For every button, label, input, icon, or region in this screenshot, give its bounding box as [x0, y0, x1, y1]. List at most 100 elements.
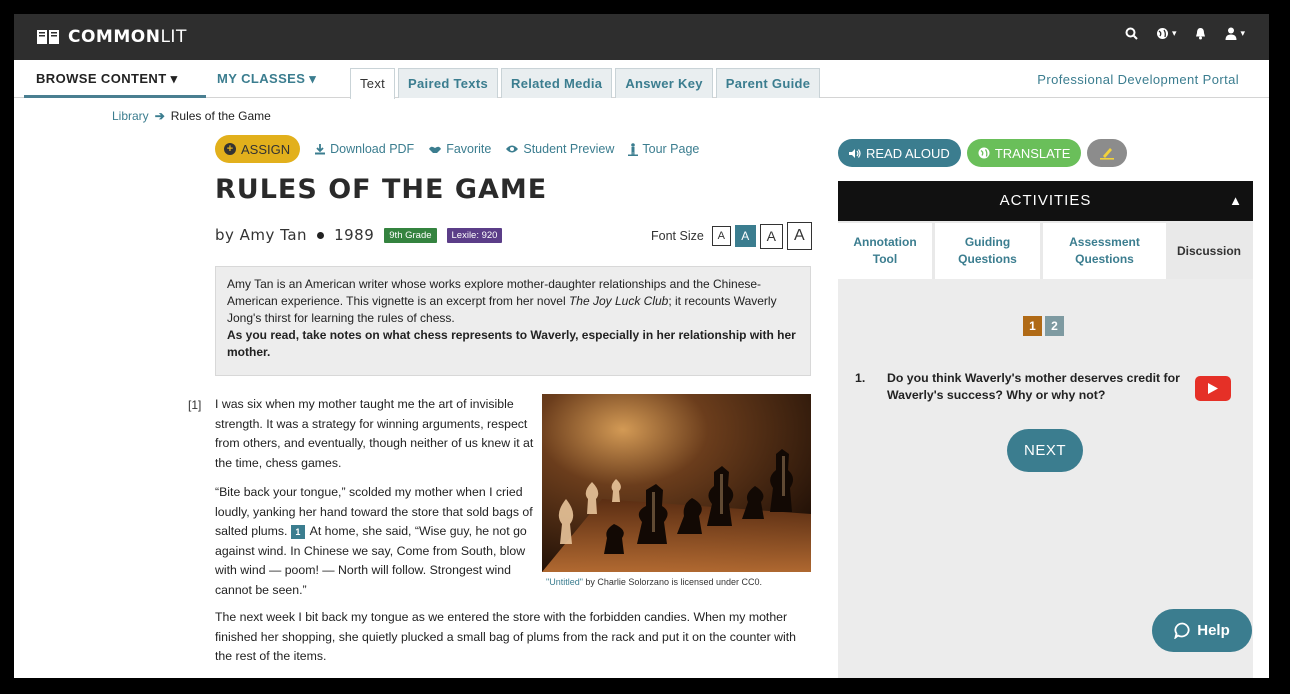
content-nav: BROWSE CONTENT ▾ MY CLASSES ▾ Text Paire…	[14, 60, 1269, 99]
help-label: Help	[1197, 622, 1230, 639]
text-introduction: Amy Tan is an American writer whose work…	[215, 266, 811, 376]
book-icon	[37, 30, 59, 44]
breadcrumb-current: Rules of the Game	[170, 109, 271, 123]
lexile-badge: Lexile: 920	[446, 227, 503, 243]
page-1-button[interactable]: 1	[1023, 316, 1042, 336]
globe-icon	[978, 147, 990, 159]
tab-parent-guide[interactable]: Parent Guide	[715, 68, 821, 98]
tab-text[interactable]: Text	[350, 68, 396, 99]
annotation-marker[interactable]: 1	[290, 524, 305, 539]
author-name: by Amy Tan	[215, 226, 308, 244]
chevron-down-icon: ▾	[1240, 28, 1245, 38]
my-classes-menu[interactable]: MY CLASSES ▾	[217, 71, 316, 87]
tab-paired-texts[interactable]: Paired Texts	[398, 68, 498, 98]
favorite-label: Favorite	[446, 142, 492, 156]
paragraph-2: “Bite back your tongue,” scolded my moth…	[215, 483, 535, 600]
tab-answer-key[interactable]: Answer Key	[615, 68, 713, 98]
active-nav-underline	[24, 95, 206, 98]
text-tabs: Text Paired Texts Related Media Answer K…	[350, 68, 821, 99]
chevron-up-icon[interactable]: ▲	[1229, 181, 1243, 221]
my-classes-label: MY CLASSES	[217, 71, 306, 86]
chevron-down-icon: ▾	[170, 71, 178, 86]
search-icon[interactable]	[1125, 27, 1138, 40]
youtube-video-button[interactable]	[1195, 376, 1231, 401]
tab-label-line: Guiding	[964, 235, 1011, 249]
highlighter-button[interactable]	[1087, 139, 1128, 167]
tab-label-line: Questions	[1075, 252, 1134, 266]
publication-year: 1989	[334, 226, 375, 244]
download-pdf-label: Download PDF	[330, 142, 415, 156]
app-frame: COMMON LIT ▾ ▾ BROWSE CONTENT ▾ MY CLASSE…	[14, 14, 1269, 678]
tour-page-label: Tour Page	[642, 142, 700, 156]
globe-menu[interactable]: ▾	[1156, 27, 1177, 40]
bell-icon[interactable]	[1194, 27, 1207, 40]
question-pager: 1 2	[1023, 316, 1064, 336]
font-size-control: Font Size A A A A	[651, 222, 812, 250]
activities-title: ACTIVITIES	[999, 192, 1092, 209]
paragraph-number: [1]	[188, 398, 202, 412]
download-pdf-link[interactable]: Download PDF	[314, 142, 414, 156]
translate-label: TRANSLATE	[994, 145, 1071, 161]
tab-label-line: Tool	[872, 252, 898, 266]
breadcrumb: Library ➔ Rules of the Game	[112, 109, 271, 123]
intro-book-title: The Joy Luck Club	[568, 294, 669, 308]
eye-icon	[506, 145, 519, 153]
bullet-separator	[317, 231, 325, 239]
browse-content-label: BROWSE CONTENT	[36, 71, 167, 86]
translate-button[interactable]: TRANSLATE	[966, 139, 1082, 167]
font-size-medium-button[interactable]: A	[734, 225, 756, 247]
tab-label-line: Assessment	[1069, 235, 1140, 249]
font-size-small-button[interactable]: A	[711, 226, 731, 246]
activities-header[interactable]: ACTIVITIES ▲	[838, 181, 1253, 221]
chevron-down-icon: ▾	[1171, 28, 1177, 38]
top-icon-group: ▾ ▾	[1125, 27, 1245, 40]
professional-development-link[interactable]: Professional Development Portal	[1037, 72, 1239, 87]
brand-name-bold: COMMON	[68, 27, 161, 47]
grade-badge: 9th Grade	[384, 227, 437, 243]
page-2-button[interactable]: 2	[1045, 316, 1064, 336]
page-title: RULES OF THE GAME	[215, 174, 548, 205]
reading-tools: READ ALOUD TRANSLATE	[838, 139, 1128, 167]
intro-reading-prompt: As you read, take notes on what chess re…	[227, 328, 796, 359]
chess-image	[542, 394, 811, 572]
assign-label: ASSIGN	[241, 141, 291, 157]
download-icon	[315, 144, 326, 155]
caption-text: by Charlie Solorzano is licensed under C…	[582, 577, 762, 587]
student-preview-label: Student Preview	[523, 142, 615, 156]
top-bar: COMMON LIT ▾ ▾	[14, 14, 1269, 60]
read-aloud-button[interactable]: READ ALOUD	[838, 139, 961, 167]
commonlit-logo[interactable]: COMMON LIT	[36, 25, 187, 49]
globe-icon	[1156, 28, 1168, 39]
favorite-link[interactable]: Favorite	[428, 142, 491, 156]
tab-assessment-questions[interactable]: Assessment Questions	[1043, 223, 1166, 279]
arrow-right-icon: ➔	[154, 109, 165, 123]
image-caption: "Untitled" by Charlie Solorzano is licen…	[546, 577, 762, 587]
favorite-hands-icon	[429, 146, 442, 153]
tab-guiding-questions[interactable]: Guiding Questions	[935, 223, 1040, 279]
student-preview-link[interactable]: Student Preview	[505, 142, 614, 156]
byline: by Amy Tan 1989 9th Grade Lexile: 920	[215, 226, 503, 244]
tab-related-media[interactable]: Related Media	[501, 68, 613, 98]
next-button[interactable]: NEXT	[1007, 429, 1083, 472]
paragraph-1: I was six when my mother taught me the a…	[215, 397, 534, 470]
breadcrumb-library-link[interactable]: Library	[112, 109, 149, 123]
tab-discussion[interactable]: Discussion	[1169, 223, 1249, 279]
read-aloud-label: READ ALOUD	[866, 145, 950, 161]
help-button[interactable]: Help	[1152, 609, 1252, 652]
highlighter-icon	[1100, 148, 1115, 160]
browse-content-menu[interactable]: BROWSE CONTENT ▾	[36, 71, 178, 87]
tab-label-line: Questions	[958, 252, 1017, 266]
tour-page-link[interactable]: Tour Page	[628, 142, 699, 156]
discussion-question: 1. Do you think Waverly's mother deserve…	[855, 370, 1185, 404]
person-walking-icon	[628, 142, 639, 156]
tab-annotation-tool[interactable]: Annotation Tool	[838, 223, 932, 279]
font-size-label: Font Size	[651, 229, 704, 243]
paragraph-3: The next week I bit back my tongue as we…	[215, 610, 797, 663]
user-menu[interactable]: ▾	[1225, 27, 1245, 40]
assign-button[interactable]: + ASSIGN	[215, 135, 301, 163]
tab-label-line: Discussion	[1176, 244, 1242, 258]
font-size-large-button[interactable]: A	[759, 223, 783, 249]
image-credit-link[interactable]: "Untitled"	[546, 577, 583, 587]
question-text: Do you think Waverly's mother deserves c…	[887, 371, 1180, 402]
font-size-xlarge-button[interactable]: A	[786, 222, 812, 250]
